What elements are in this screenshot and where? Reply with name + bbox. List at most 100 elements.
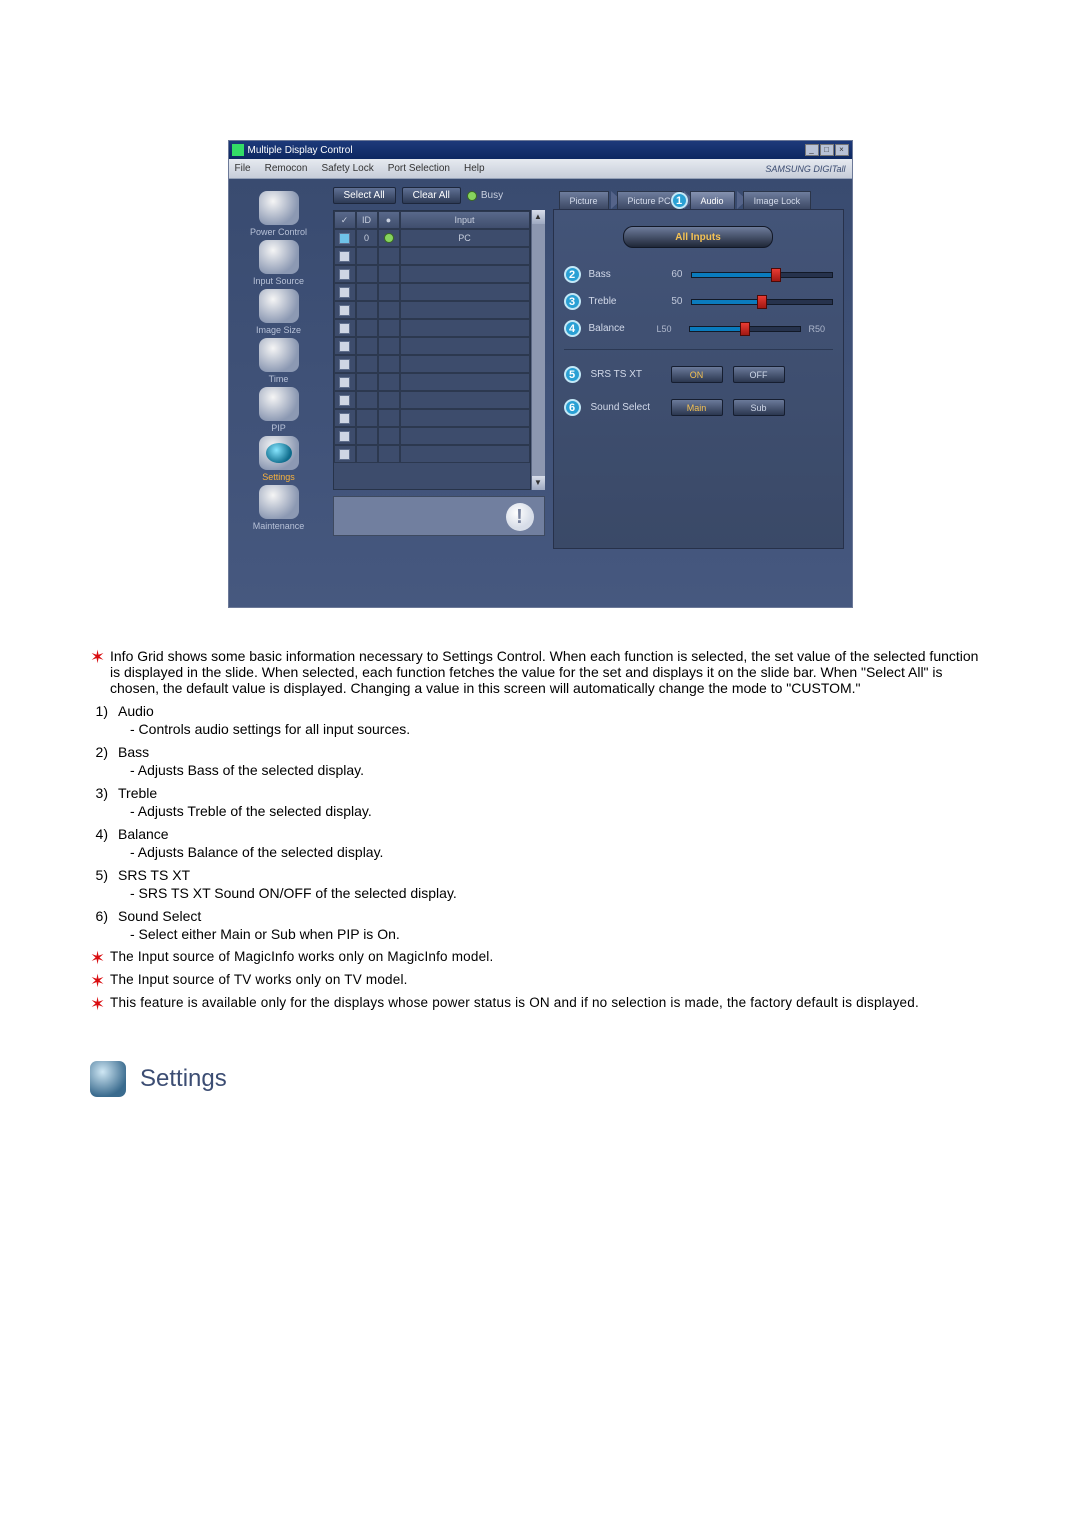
table-row[interactable] bbox=[334, 337, 530, 355]
balance-row: 4 Balance L50 R50 bbox=[564, 320, 833, 337]
menu-remocon[interactable]: Remocon bbox=[265, 163, 308, 174]
sound-main-button[interactable]: Main bbox=[671, 399, 723, 416]
row-checkbox[interactable] bbox=[339, 287, 350, 298]
info-grid-panel: Select All Clear All Busy ✓ ID ● Input bbox=[329, 187, 549, 599]
grid-body: 0 PC bbox=[334, 229, 530, 489]
table-row[interactable] bbox=[334, 247, 530, 265]
list-number: 5) bbox=[90, 867, 108, 883]
grid-header: ✓ ID ● Input bbox=[334, 211, 530, 229]
menu-safety-lock[interactable]: Safety Lock bbox=[321, 163, 373, 174]
item-desc: - Controls audio settings for all input … bbox=[118, 721, 990, 737]
sidebar-item-settings[interactable]: Settings bbox=[231, 436, 327, 482]
tab-audio[interactable]: 1 Audio bbox=[690, 191, 735, 209]
srs-on-button[interactable]: ON bbox=[671, 366, 723, 383]
col-status[interactable]: ● bbox=[378, 211, 400, 229]
table-row[interactable] bbox=[334, 391, 530, 409]
item-desc: - Adjusts Bass of the selected display. bbox=[118, 762, 990, 778]
tab-label: Audio bbox=[701, 196, 724, 206]
clear-all-button[interactable]: Clear All bbox=[402, 187, 461, 204]
item-desc: - Adjusts Treble of the selected display… bbox=[118, 803, 990, 819]
sidebar-item-label: Settings bbox=[262, 472, 295, 482]
sound-select-label: Sound Select bbox=[591, 402, 661, 413]
col-id[interactable]: ID bbox=[356, 211, 378, 229]
minimize-button[interactable]: _ bbox=[805, 144, 819, 156]
item-desc: - Select either Main or Sub when PIP is … bbox=[118, 926, 990, 942]
table-row[interactable] bbox=[334, 427, 530, 445]
audio-panel-body: All Inputs 2 Bass 60 3 Treble 50 bbox=[553, 209, 844, 549]
row-status-icon bbox=[384, 233, 394, 243]
table-row[interactable] bbox=[334, 265, 530, 283]
srs-off-button[interactable]: OFF bbox=[733, 366, 785, 383]
callout-3: 3 bbox=[564, 293, 581, 310]
sidebar-item-power-control[interactable]: Power Control bbox=[231, 191, 327, 237]
row-checkbox[interactable] bbox=[339, 269, 350, 280]
tab-picture[interactable]: Picture bbox=[559, 191, 609, 209]
balance-right-label: R50 bbox=[809, 324, 833, 334]
list-number: 2) bbox=[90, 744, 108, 760]
table-row[interactable]: 0 PC bbox=[334, 229, 530, 247]
slider-thumb[interactable] bbox=[740, 322, 750, 336]
row-checkbox[interactable] bbox=[339, 323, 350, 334]
row-checkbox[interactable] bbox=[339, 359, 350, 370]
star-icon: ✶ bbox=[90, 995, 104, 1013]
callout-5: 5 bbox=[564, 366, 581, 383]
power-icon bbox=[259, 191, 299, 225]
sound-sub-button[interactable]: Sub bbox=[733, 399, 785, 416]
row-checkbox[interactable] bbox=[339, 377, 350, 388]
col-input[interactable]: Input bbox=[400, 211, 530, 229]
sidebar-item-input-source[interactable]: Input Source bbox=[231, 240, 327, 286]
treble-slider[interactable] bbox=[691, 299, 833, 305]
treble-label: Treble bbox=[589, 296, 649, 307]
doc-text: ✶ Info Grid shows some basic information… bbox=[90, 648, 990, 1013]
callout-1: 1 bbox=[671, 192, 688, 209]
item-title: Audio bbox=[118, 703, 990, 719]
sidebar-item-time[interactable]: Time bbox=[231, 338, 327, 384]
maintenance-icon bbox=[259, 485, 299, 519]
row-checkbox[interactable] bbox=[339, 431, 350, 442]
bass-slider[interactable] bbox=[691, 272, 833, 278]
all-inputs-button[interactable]: All Inputs bbox=[623, 226, 773, 248]
table-row[interactable] bbox=[334, 445, 530, 463]
grid-scrollbar[interactable]: ▲ ▼ bbox=[531, 210, 545, 490]
item-title: SRS TS XT bbox=[118, 867, 990, 883]
table-row[interactable] bbox=[334, 373, 530, 391]
row-checkbox[interactable] bbox=[339, 413, 350, 424]
row-checkbox[interactable] bbox=[339, 395, 350, 406]
callout-4: 4 bbox=[564, 320, 581, 337]
row-checkbox[interactable] bbox=[339, 251, 350, 262]
image-size-icon bbox=[259, 289, 299, 323]
row-checkbox[interactable] bbox=[339, 341, 350, 352]
table-row[interactable] bbox=[334, 283, 530, 301]
balance-slider[interactable] bbox=[689, 326, 801, 332]
main-area: Power Control Input Source Image Size Ti… bbox=[229, 179, 852, 607]
row-checkbox[interactable] bbox=[339, 449, 350, 460]
table-row[interactable] bbox=[334, 355, 530, 373]
table-row[interactable] bbox=[334, 409, 530, 427]
menu-port-selection[interactable]: Port Selection bbox=[388, 163, 450, 174]
row-checkbox[interactable] bbox=[339, 305, 350, 316]
close-button[interactable]: × bbox=[835, 144, 849, 156]
star-icon: ✶ bbox=[90, 648, 104, 666]
scroll-down-button[interactable]: ▼ bbox=[532, 476, 545, 490]
menu-help[interactable]: Help bbox=[464, 163, 485, 174]
slider-thumb[interactable] bbox=[771, 268, 781, 282]
treble-row: 3 Treble 50 bbox=[564, 293, 833, 310]
srs-row: 5 SRS TS XT ON OFF bbox=[564, 366, 833, 383]
menu-file[interactable]: File bbox=[235, 163, 251, 174]
sidebar-item-pip[interactable]: PIP bbox=[231, 387, 327, 433]
treble-value: 50 bbox=[657, 296, 683, 307]
scroll-up-button[interactable]: ▲ bbox=[532, 210, 545, 224]
row-checkbox[interactable] bbox=[339, 233, 350, 244]
table-row[interactable] bbox=[334, 301, 530, 319]
table-row[interactable] bbox=[334, 319, 530, 337]
sidebar-item-image-size[interactable]: Image Size bbox=[231, 289, 327, 335]
maximize-button[interactable]: □ bbox=[820, 144, 834, 156]
window-titlebar[interactable]: Multiple Display Control _ □ × bbox=[229, 141, 852, 159]
select-all-button[interactable]: Select All bbox=[333, 187, 396, 204]
intro-text: Info Grid shows some basic information n… bbox=[110, 648, 990, 696]
busy-dot-icon bbox=[467, 191, 477, 201]
sidebar-item-maintenance[interactable]: Maintenance bbox=[231, 485, 327, 531]
tab-image-lock[interactable]: Image Lock bbox=[743, 191, 812, 209]
col-check[interactable]: ✓ bbox=[334, 211, 356, 229]
slider-thumb[interactable] bbox=[757, 295, 767, 309]
